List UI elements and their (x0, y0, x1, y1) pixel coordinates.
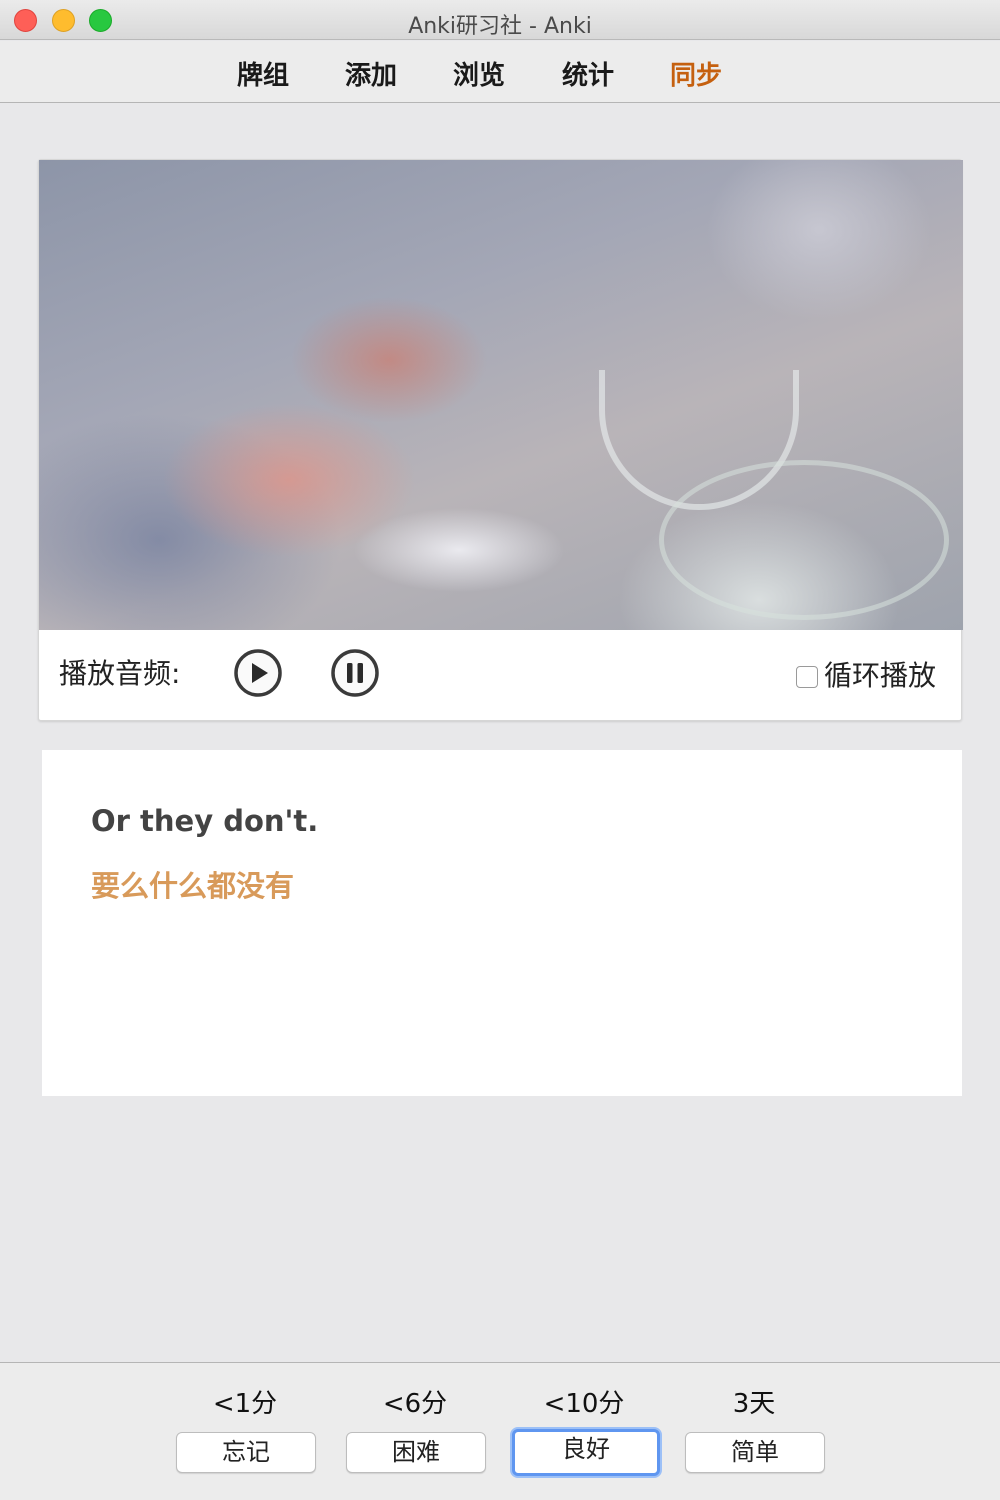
play-circle-icon (234, 649, 282, 697)
main-toolbar: 牌组 添加 浏览 统计 同步 (0, 41, 1000, 103)
good-button[interactable]: 良好 (512, 1429, 660, 1476)
card-english-text: Or they don't. (91, 804, 319, 838)
again-button[interactable]: 忘记 (176, 1432, 316, 1473)
card-chinese-text: 要么什么都没有 (91, 869, 295, 903)
easy-button[interactable]: 简单 (685, 1432, 825, 1473)
video-player-card: 播放音频: 循环播放 (38, 159, 963, 722)
audio-label: 播放音频: (59, 657, 181, 690)
loop-playback-checkbox[interactable] (796, 666, 818, 688)
good-interval: <10分 (543, 1389, 625, 1419)
answer-bar: <1分 <6分 <10分 3天 忘记 困难 良好 简单 (0, 1362, 1000, 1500)
toolbar-sync-link[interactable]: 同步 (670, 55, 722, 92)
loop-playback-label[interactable]: 循环播放 (824, 654, 936, 694)
video-frame[interactable] (39, 160, 963, 630)
easy-interval: 3天 (732, 1389, 776, 1419)
review-area: 播放音频: 循环播放 Or they don't. 要么什么都没有 (0, 104, 1000, 1362)
again-interval: <1分 (212, 1389, 278, 1419)
pause-circle-icon (331, 649, 379, 697)
play-audio-button[interactable] (233, 648, 283, 698)
toolbar-browse-link[interactable]: 浏览 (453, 55, 505, 92)
card-content: Or they don't. 要么什么都没有 (42, 750, 962, 1096)
video-content-shape (659, 460, 949, 620)
window-title: Anki研习社 - Anki (408, 14, 592, 39)
pause-audio-button[interactable] (330, 648, 380, 698)
toolbar-decks-link[interactable]: 牌组 (237, 55, 289, 92)
toolbar-stats-link[interactable]: 统计 (562, 55, 614, 92)
hard-interval: <6分 (382, 1389, 448, 1419)
hard-button[interactable]: 困难 (346, 1432, 486, 1473)
title-bar: Anki研习社 - Anki (0, 0, 1000, 40)
toolbar-add-link[interactable]: 添加 (345, 55, 397, 92)
audio-controls: 播放音频: 循环播放 (39, 630, 963, 722)
